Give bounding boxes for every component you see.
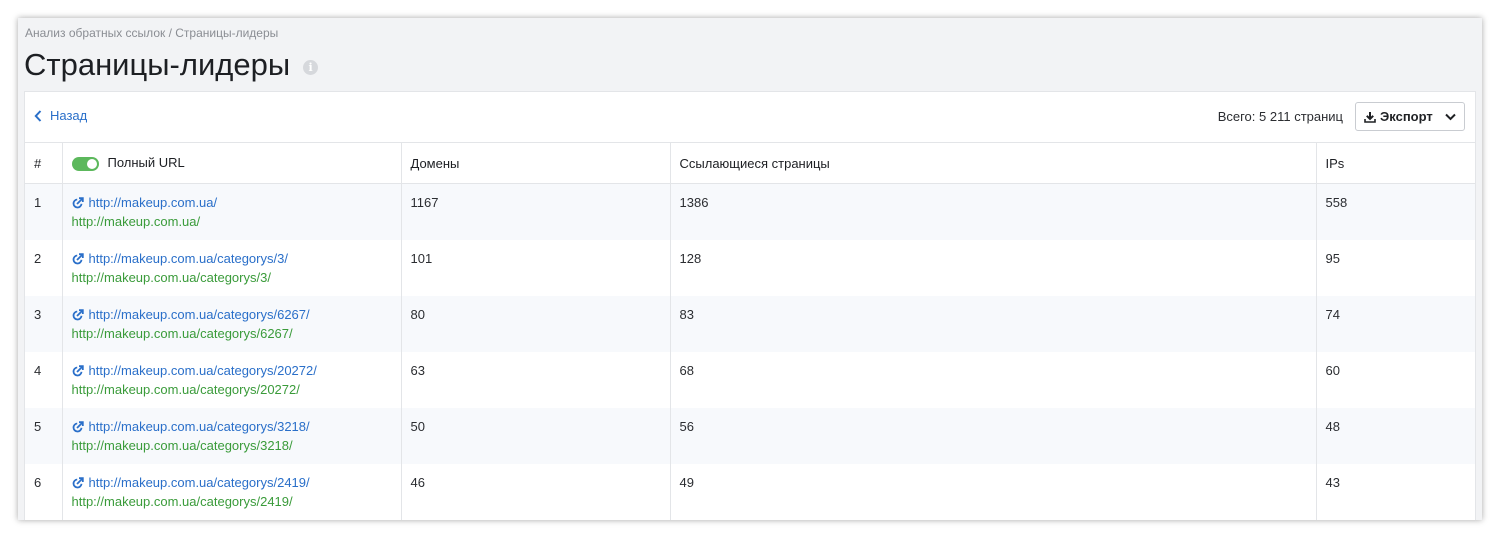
page-link[interactable]: http://makeup.com.ua/categorys/3218/	[72, 419, 392, 435]
row-number: 5	[25, 407, 62, 464]
ips-cell: 43	[1315, 463, 1475, 520]
download-icon	[1364, 111, 1376, 123]
column-header-domains[interactable]: Домены	[400, 142, 670, 184]
page-link-text: http://makeup.com.ua/categorys/6267/	[88, 306, 310, 322]
url-cell: http://makeup.com.ua/categorys/3/ http:/…	[61, 239, 401, 296]
ips-cell: 558	[1315, 183, 1475, 240]
row-number: 1	[25, 183, 62, 240]
table-row: 4 http://makeup.com.ua/categorys/20272/ …	[25, 351, 1475, 408]
row-number: 3	[25, 295, 62, 352]
toolbar: Назад Всего: 5 211 страниц Экспорт	[25, 92, 1475, 142]
back-label: Назад	[50, 108, 88, 123]
domains-cell: 1167	[400, 183, 670, 240]
info-icon[interactable]: i	[303, 59, 319, 75]
back-button[interactable]: Назад	[34, 108, 87, 123]
results-card: Назад Всего: 5 211 страниц Экспорт # Пол…	[24, 91, 1476, 520]
url-cell: http://makeup.com.ua/categorys/3218/ htt…	[61, 407, 401, 464]
breadcrumb[interactable]: Анализ обратных ссылок / Страницы-лидеры	[25, 26, 278, 40]
total-count: Всего: 5 211 страниц	[1217, 109, 1343, 124]
external-link-icon	[72, 308, 84, 320]
row-number: 6	[25, 463, 62, 520]
ref-pages-cell: 83	[669, 295, 1316, 352]
chevron-left-icon	[34, 109, 42, 122]
page-link-text: http://makeup.com.ua/categorys/20272/	[88, 362, 317, 378]
url-cell: http://makeup.com.ua/categorys/6267/ htt…	[61, 295, 401, 352]
page-link-text: http://makeup.com.ua/categorys/2419/	[88, 474, 310, 490]
column-header-ref-pages[interactable]: Ссылающиеся страницы	[669, 142, 1316, 184]
page-link-text: http://makeup.com.ua/categorys/3218/	[88, 418, 310, 434]
domains-cell: 63	[400, 351, 670, 408]
table-row: 3 http://makeup.com.ua/categorys/6267/ h…	[25, 295, 1475, 352]
column-header-url-label: Полный URL	[107, 155, 185, 171]
full-url-text: http://makeup.com.ua/categorys/3218/	[71, 437, 293, 453]
page-link-text: http://makeup.com.ua/	[88, 195, 218, 210]
row-number: 2	[25, 239, 62, 296]
page-link[interactable]: http://makeup.com.ua/categorys/2419/	[72, 475, 392, 491]
domains-cell: 80	[400, 295, 670, 352]
url-cell: http://makeup.com.ua/categorys/2419/ htt…	[61, 463, 401, 520]
page-link[interactable]: http://makeup.com.ua/categorys/20272/	[72, 363, 392, 379]
ref-pages-cell: 68	[669, 351, 1316, 408]
domains-cell: 46	[400, 463, 670, 520]
ips-cell: 60	[1315, 351, 1475, 408]
column-header-ips[interactable]: IPs	[1315, 142, 1475, 184]
table-row: 6 http://makeup.com.ua/categorys/2419/ h…	[25, 463, 1475, 520]
ref-pages-cell: 128	[669, 239, 1316, 296]
chevron-down-icon	[1445, 113, 1456, 120]
page-link-text: http://makeup.com.ua/categorys/3/	[88, 250, 288, 266]
full-url-text: http://makeup.com.ua/categorys/3/	[71, 269, 271, 285]
url-cell: http://makeup.com.ua/categorys/20272/ ht…	[61, 351, 401, 408]
full-url-text: http://makeup.com.ua/	[71, 214, 201, 229]
column-header-url: Полный URL	[61, 142, 401, 184]
table-header: # Полный URL Домены Ссылающиеся страницы…	[25, 142, 1475, 184]
row-number: 4	[25, 351, 62, 408]
page-link[interactable]: http://makeup.com.ua/categorys/6267/	[72, 307, 392, 323]
page-link[interactable]: http://makeup.com.ua/categorys/3/	[72, 251, 392, 267]
external-link-icon	[72, 420, 84, 432]
title-row: Страницы-лидеры i	[24, 45, 319, 85]
ips-cell: 48	[1315, 407, 1475, 464]
external-link-icon	[72, 364, 84, 376]
full-url-text: http://makeup.com.ua/categorys/2419/	[71, 493, 293, 509]
ref-pages-cell: 1386	[669, 183, 1316, 240]
url-cell: http://makeup.com.ua/ http://makeup.com.…	[61, 183, 401, 240]
pages-table: # Полный URL Домены Ссылающиеся страницы…	[25, 142, 1475, 520]
table-row: 1 http://makeup.com.ua/ http://makeup.co…	[25, 183, 1475, 240]
export-label: Экспорт	[1380, 109, 1433, 124]
ref-pages-cell: 49	[669, 463, 1316, 520]
page-link[interactable]: http://makeup.com.ua/	[72, 195, 392, 211]
full-url-toggle[interactable]	[71, 156, 99, 171]
column-header-num[interactable]: #	[25, 142, 62, 184]
page-title: Страницы-лидеры	[24, 47, 291, 82]
external-link-icon	[72, 476, 84, 488]
ips-cell: 95	[1315, 239, 1475, 296]
table-row: 2 http://makeup.com.ua/categorys/3/ http…	[25, 239, 1475, 296]
ref-pages-cell: 56	[669, 407, 1316, 464]
ips-cell: 74	[1315, 295, 1475, 352]
domains-cell: 50	[400, 407, 670, 464]
domains-cell: 101	[400, 239, 670, 296]
full-url-text: http://makeup.com.ua/categorys/6267/	[71, 325, 293, 341]
external-link-icon	[72, 197, 84, 209]
app-window: Анализ обратных ссылок / Страницы-лидеры…	[18, 18, 1482, 520]
full-url-text: http://makeup.com.ua/categorys/20272/	[71, 381, 300, 397]
export-button[interactable]: Экспорт	[1355, 102, 1465, 131]
table-row: 5 http://makeup.com.ua/categorys/3218/ h…	[25, 407, 1475, 464]
external-link-icon	[72, 252, 84, 264]
